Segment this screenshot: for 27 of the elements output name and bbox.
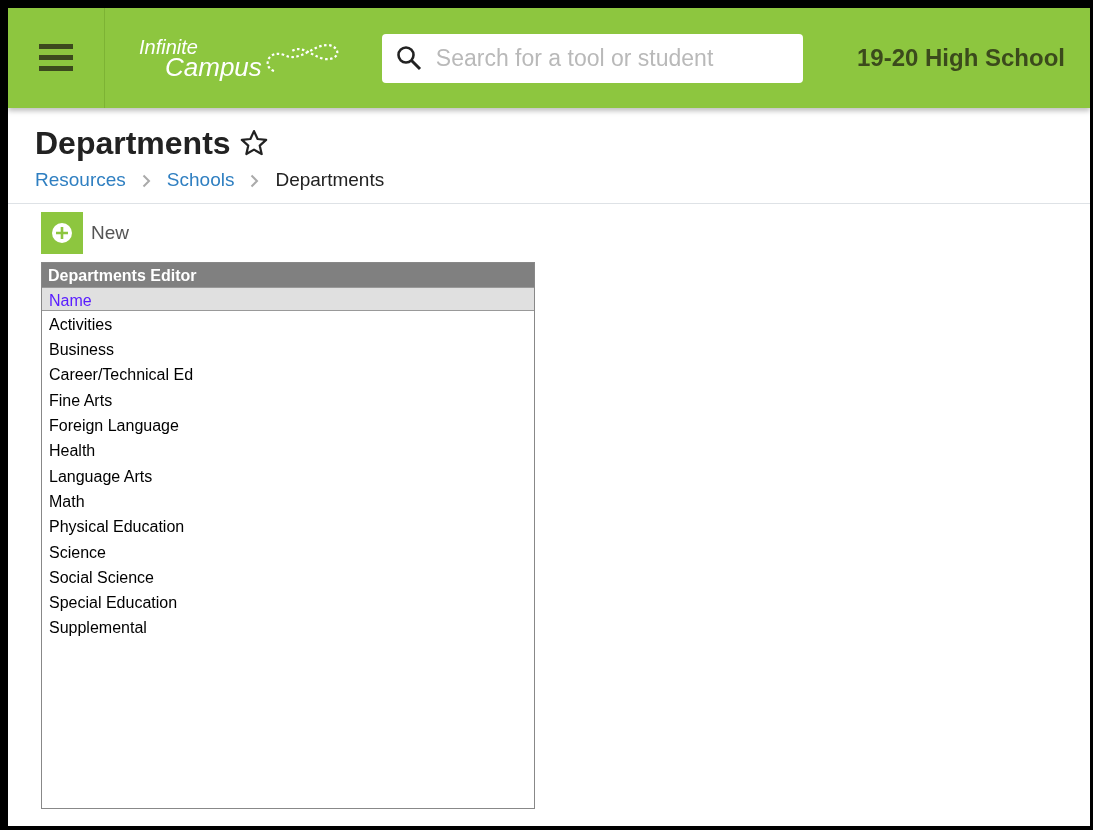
column-header[interactable]: Name [42, 286, 534, 311]
list-row[interactable]: Social Science [42, 563, 534, 590]
plus-icon [51, 221, 73, 244]
list-row[interactable]: Special Education [42, 589, 534, 615]
breadcrumb-current: Departments [275, 168, 385, 193]
list-row[interactable]: Math [42, 487, 534, 514]
list-row[interactable]: Foreign Language [42, 412, 534, 438]
chevron-icon [250, 173, 260, 188]
list-row[interactable]: Science [42, 538, 534, 564]
page-title: Departments [35, 124, 231, 163]
list-row[interactable]: Career/Technical Ed [42, 361, 534, 387]
menu-icon[interactable] [39, 44, 73, 72]
school-name[interactable]: 19-20 High School [856, 40, 1065, 76]
chevron-icon [141, 173, 151, 188]
list-row[interactable]: Supplemental [42, 614, 534, 640]
panel-title: Departments Editor [42, 262, 534, 287]
list-row[interactable]: Activities [42, 310, 534, 337]
list-row[interactable]: Physical Education [42, 513, 534, 539]
new-label[interactable]: New [91, 218, 129, 248]
breadcrumb-link[interactable]: Schools [166, 166, 235, 195]
search-field[interactable]: Search for a tool or student [381, 33, 803, 83]
list-row[interactable]: Business [42, 336, 534, 362]
list-row[interactable]: Language Arts [42, 462, 534, 488]
list-row[interactable]: Fine Arts [42, 386, 534, 413]
list-row[interactable]: Health [42, 437, 534, 463]
search-icon [395, 45, 422, 71]
breadcrumb-link[interactable]: Resources [35, 166, 126, 195]
